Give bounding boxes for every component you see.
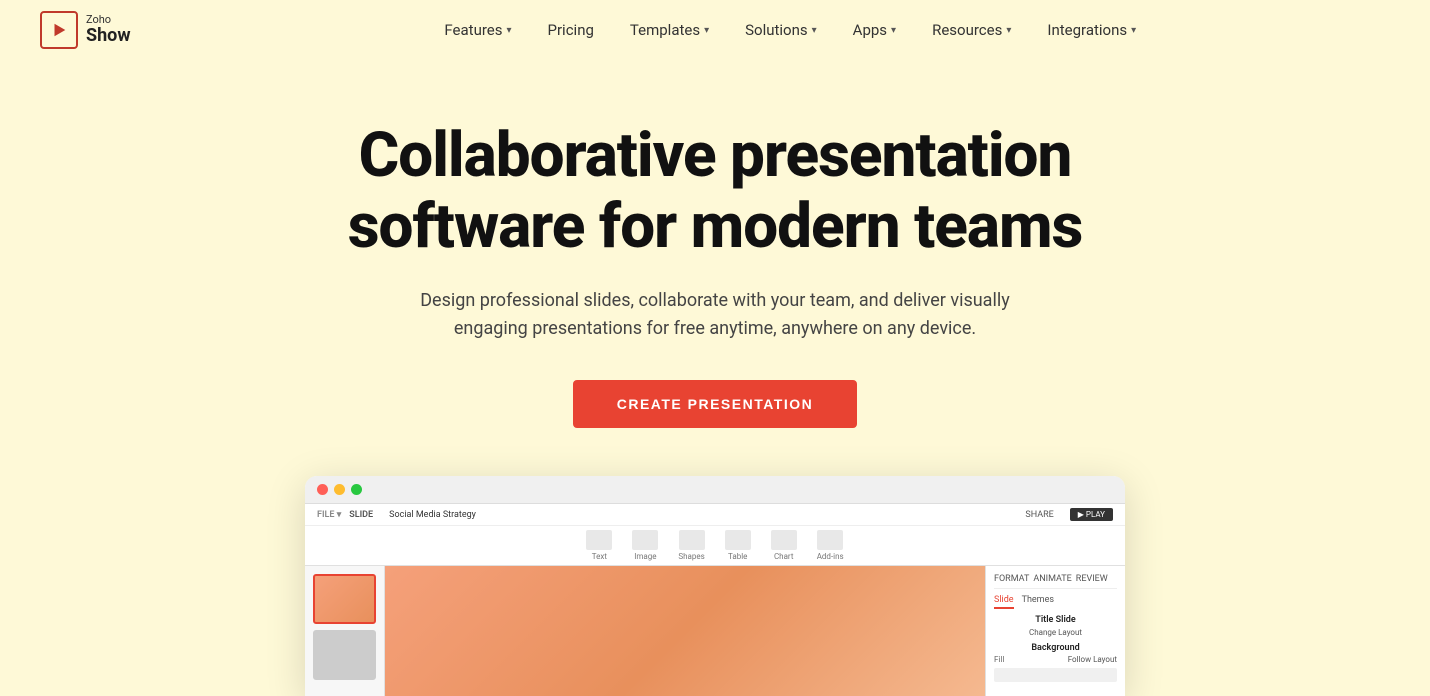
toolbar-chart[interactable]: Chart [771, 530, 797, 561]
main-nav: Features ▾ Pricing Templates ▾ Solutions… [191, 13, 1390, 47]
nav-item-integrations[interactable]: Integrations ▾ [1033, 13, 1150, 47]
toolbar-image[interactable]: Image [632, 530, 658, 561]
fill-input[interactable] [994, 668, 1117, 682]
file-label: FILE ▾ [317, 510, 341, 520]
chevron-down-icon: ▾ [506, 25, 511, 36]
slide-thumb-1[interactable] [313, 574, 376, 624]
nav-item-templates[interactable]: Templates ▾ [616, 13, 723, 47]
header: Zoho Show Features ▾ Pricing Templates ▾… [0, 0, 1430, 60]
slide-thumb-2[interactable] [313, 630, 376, 680]
logo[interactable]: Zoho Show [40, 11, 131, 49]
slides-panel [305, 566, 385, 696]
chevron-down-icon: ▾ [704, 25, 709, 36]
minimize-dot [334, 484, 345, 495]
app-main-area: FORMAT ANIMATE REVIEW Slide Themes Title… [305, 566, 1125, 696]
themes-tab[interactable]: Themes [1022, 595, 1054, 609]
nav-item-pricing[interactable]: Pricing [534, 13, 608, 47]
create-presentation-button[interactable]: CREATE PRESENTATION [573, 380, 858, 428]
animate-tab[interactable]: ANIMATE [1033, 574, 1071, 584]
close-dot [317, 484, 328, 495]
app-toolbar-top: FILE ▾ SLIDE Social Media Strategy SHARE… [305, 504, 1125, 526]
share-label: SHARE [1025, 510, 1053, 520]
background-label: Background [994, 643, 1117, 653]
slide-canvas[interactable] [385, 566, 985, 696]
toolbar-text[interactable]: Text [586, 530, 612, 561]
hero-title: Collaborative presentation software for … [265, 120, 1165, 263]
maximize-dot [351, 484, 362, 495]
app-titlebar [305, 476, 1125, 504]
app-screenshot: FILE ▾ SLIDE Social Media Strategy SHARE… [305, 476, 1125, 696]
toolbar-table[interactable]: Table [725, 530, 751, 561]
format-tab[interactable]: FORMAT [994, 574, 1029, 584]
nav-item-features[interactable]: Features ▾ [430, 13, 525, 47]
nav-item-apps[interactable]: Apps ▾ [839, 13, 910, 47]
toolbar-addins[interactable]: Add-ins [817, 530, 844, 561]
nav-item-resources[interactable]: Resources ▾ [918, 13, 1025, 47]
fill-label: Fill Follow Layout [994, 655, 1117, 664]
chevron-down-icon: ▾ [1131, 25, 1136, 36]
app-toolbar: FILE ▾ SLIDE Social Media Strategy SHARE… [305, 504, 1125, 566]
app-screenshot-wrapper: FILE ▾ SLIDE Social Media Strategy SHARE… [305, 476, 1125, 696]
toolbar-icons-row: Text Image Shapes Table [305, 526, 1125, 565]
panel-change-layout[interactable]: Change Layout [994, 628, 1117, 637]
hero-subtitle: Design professional slides, collaborate … [395, 287, 1035, 345]
slide-tab[interactable]: Slide [994, 595, 1014, 609]
chevron-down-icon: ▾ [891, 25, 896, 36]
hero-section: Collaborative presentation software for … [0, 60, 1430, 696]
play-button[interactable]: ▶ PLAY [1070, 508, 1113, 521]
toolbar-shapes[interactable]: Shapes [678, 530, 704, 561]
right-format-panel: FORMAT ANIMATE REVIEW Slide Themes Title… [985, 566, 1125, 696]
nav-item-solutions[interactable]: Solutions ▾ [731, 13, 831, 47]
panel-section-title: Title Slide [994, 615, 1117, 625]
filename-label: Social Media Strategy [389, 510, 476, 520]
review-tab[interactable]: REVIEW [1076, 574, 1108, 584]
canvas-background [385, 566, 985, 696]
slide-label: SLIDE [349, 510, 373, 520]
logo-show-label: Show [86, 26, 131, 46]
logo-text: Zoho Show [86, 14, 131, 46]
chevron-down-icon: ▾ [812, 25, 817, 36]
chevron-down-icon: ▾ [1006, 25, 1011, 36]
fill-input-row [994, 668, 1117, 682]
logo-icon [40, 11, 78, 49]
